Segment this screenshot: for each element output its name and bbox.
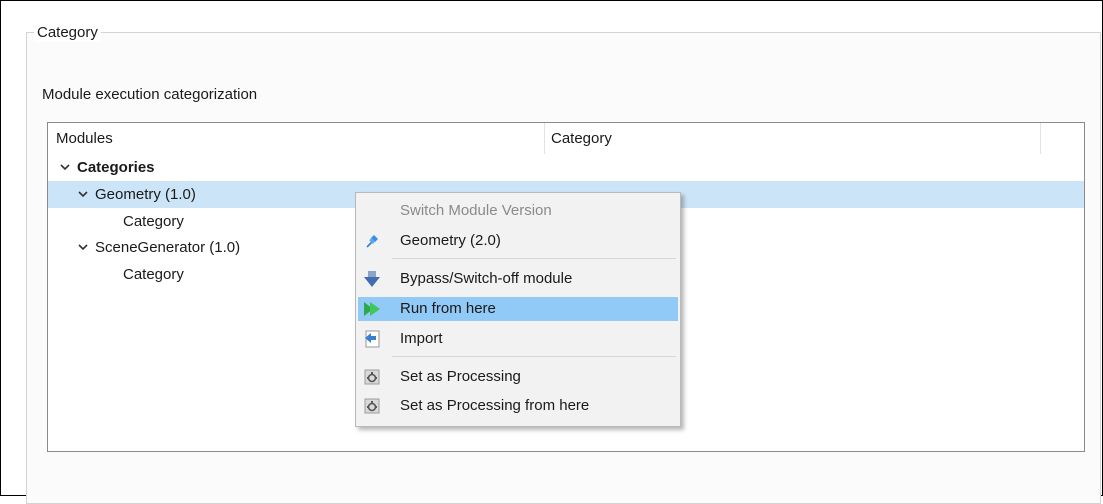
menu-item-geometry-2[interactable]: Geometry (2.0) [358, 229, 678, 253]
menu-separator [392, 356, 676, 357]
tree-header: Modules Category [48, 123, 1084, 154]
section-label: Module execution categorization [42, 86, 258, 103]
menu-item-set-processing-from-here[interactable]: Set as Processing from here [358, 394, 678, 418]
menu-item-bypass[interactable]: Bypass/Switch-off module [358, 267, 678, 291]
menu-separator [392, 258, 676, 259]
tree-row-label: Categories [77, 159, 155, 176]
column-header-modules[interactable]: Modules [48, 123, 545, 154]
tree-row-label: Category [123, 266, 184, 283]
chevron-down-icon[interactable] [77, 241, 89, 253]
menu-item-label: Run from here [400, 300, 496, 317]
menu-item-label: Set as Processing from here [400, 397, 590, 414]
menu-item-label: Bypass/Switch-off module [400, 270, 573, 287]
menu-item-label: Import [400, 330, 443, 347]
menu-item-label: Geometry (2.0) [400, 232, 501, 249]
group-title: Category [34, 24, 101, 42]
gear-icon [364, 398, 380, 414]
menu-item-import[interactable]: Import [358, 327, 678, 351]
tree-row-label: SceneGenerator (1.0) [95, 239, 241, 256]
import-icon [365, 330, 380, 348]
double-play-icon [364, 302, 380, 316]
menu-item-run-from-here[interactable]: Run from here [358, 297, 678, 321]
menu-header-switch-version: Switch Module Version [358, 199, 678, 223]
tree-row-label: Category [123, 213, 184, 230]
gear-icon [364, 369, 380, 385]
column-header-category[interactable]: Category [545, 123, 1041, 154]
chevron-down-icon[interactable] [59, 161, 71, 173]
pin-icon [366, 235, 378, 248]
context-menu: Switch Module Version Geometry (2.0) Byp… [355, 192, 681, 427]
tree-row-categories[interactable]: Categories [48, 154, 1084, 181]
arrow-down-icon [364, 271, 380, 287]
chevron-down-icon[interactable] [77, 188, 89, 200]
menu-item-label: Set as Processing [400, 368, 521, 385]
menu-item-label: Switch Module Version [400, 202, 552, 219]
tree-row-label: Geometry (1.0) [95, 186, 196, 203]
menu-item-set-processing[interactable]: Set as Processing [358, 365, 678, 389]
